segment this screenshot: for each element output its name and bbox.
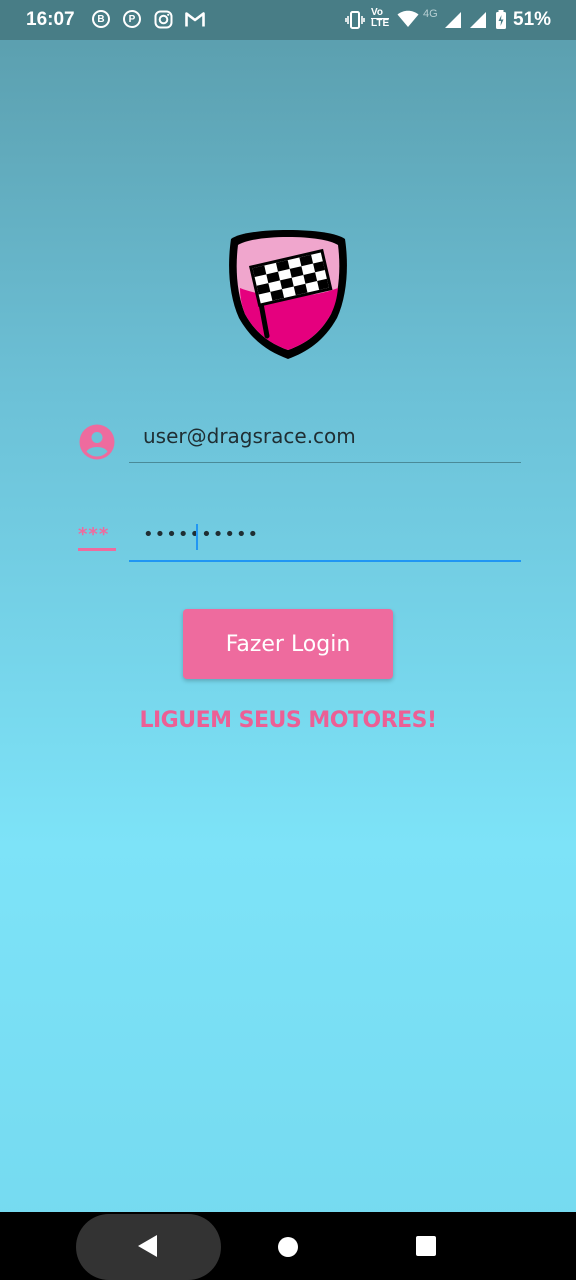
checkered-flag-shield-logo bbox=[227, 226, 349, 362]
password-field[interactable]: •••••••••• bbox=[129, 516, 521, 562]
navigation-bar bbox=[0, 1212, 576, 1280]
status-time: 16:07 bbox=[26, 9, 75, 30]
battery-percent: 51% bbox=[513, 9, 552, 30]
network-type: 4G bbox=[423, 8, 438, 20]
password-value: •••••••••• bbox=[143, 524, 260, 545]
text-cursor bbox=[196, 524, 198, 550]
recents-button[interactable] bbox=[416, 1236, 436, 1256]
back-button[interactable] bbox=[137, 1234, 159, 1262]
instagram-icon bbox=[154, 10, 173, 33]
p-app-icon: P bbox=[123, 10, 141, 28]
volte-bottom-text: LTE bbox=[371, 18, 390, 29]
signal-icon-1 bbox=[443, 11, 462, 33]
email-field[interactable]: user@dragsrace.com bbox=[129, 418, 521, 463]
login-button[interactable]: Fazer Login bbox=[183, 609, 393, 679]
tagline: LIGUEM SEUS MOTORES! bbox=[139, 708, 437, 733]
battery-icon bbox=[495, 10, 507, 34]
password-icon-text: *** bbox=[78, 524, 110, 545]
gmail-icon bbox=[185, 11, 205, 32]
home-button[interactable] bbox=[278, 1237, 298, 1257]
password-icon: *** bbox=[78, 524, 116, 551]
vibrate-icon bbox=[345, 11, 365, 33]
signal-icon-2 bbox=[468, 11, 487, 33]
status-bar: 16:07 B P Vo LTE 4G 51% bbox=[0, 0, 576, 40]
email-value: user@dragsrace.com bbox=[143, 424, 356, 448]
user-icon bbox=[79, 424, 115, 464]
wifi-icon bbox=[397, 10, 419, 32]
whatsapp-business-icon: B bbox=[92, 10, 110, 28]
volte-top-text: Vo bbox=[371, 7, 384, 18]
volte-indicator: Vo LTE bbox=[371, 7, 390, 29]
